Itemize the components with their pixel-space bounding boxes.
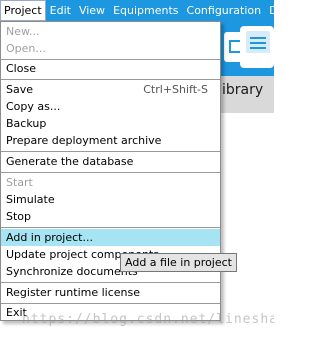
watermark: https://blog.csdn.net/lineshao — [22, 312, 274, 327]
menu-item-backup[interactable]: Backup — [1, 115, 220, 132]
menu-item-close[interactable]: Close — [1, 60, 220, 77]
menu-separator — [1, 172, 220, 173]
menu-item-simulate[interactable]: Simulate — [1, 191, 220, 208]
menu-separator — [1, 151, 220, 152]
save-shortcut: Ctrl+Shift-S — [143, 83, 208, 96]
menu-item-new[interactable]: New... — [1, 23, 220, 40]
project-menu: New... Open... Close Save Ctrl+Shift-S C… — [0, 21, 221, 321]
menu-separator — [1, 227, 220, 228]
menu-item-register-license[interactable]: Register runtime license — [1, 284, 220, 301]
tab-library[interactable]: ibrary — [222, 78, 263, 102]
app-window: Project Edit View Equipments Configurati… — [0, 0, 274, 341]
menu-item-copy-as[interactable]: Copy as... — [1, 98, 220, 115]
menu-project[interactable]: Project — [0, 0, 46, 21]
menu-separator — [1, 79, 220, 80]
toolbar-document-icon[interactable] — [240, 26, 274, 68]
tooltip: Add a file in project — [120, 253, 237, 272]
menu-equipments[interactable]: Equipments — [109, 0, 182, 21]
menu-item-start[interactable]: Start — [1, 174, 220, 191]
menu-separator — [1, 282, 220, 283]
menu-item-save-label: Save — [6, 83, 34, 96]
menu-bar: Project Edit View Equipments Configurati… — [0, 0, 274, 21]
menu-item-add-in-project[interactable]: Add in project... — [1, 229, 220, 246]
menu-item-generate-database[interactable]: Generate the database — [1, 153, 220, 170]
menu-edit[interactable]: Edit — [46, 0, 75, 21]
menu-item-stop[interactable]: Stop — [1, 208, 220, 225]
menu-deploy[interactable]: Deploy — [265, 0, 274, 21]
menu-item-save[interactable]: Save Ctrl+Shift-S — [1, 81, 220, 98]
menu-item-prepare-archive[interactable]: Prepare deployment archive — [1, 132, 220, 149]
menu-view[interactable]: View — [75, 0, 109, 21]
menu-item-open[interactable]: Open... — [1, 40, 220, 57]
menu-configuration[interactable]: Configuration — [183, 0, 266, 21]
